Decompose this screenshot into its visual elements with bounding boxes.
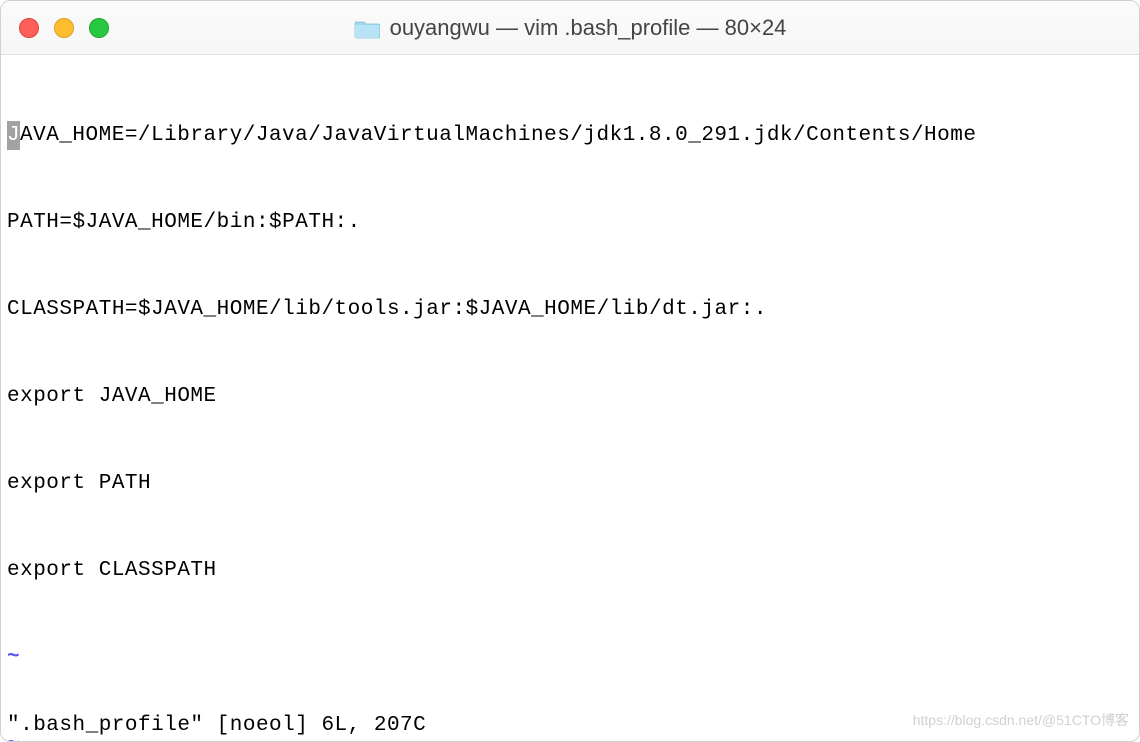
- file-line: PATH=$JAVA_HOME/bin:$PATH:.: [7, 208, 1133, 237]
- line-text: PATH=$JAVA_HOME/bin:$PATH:.: [7, 211, 361, 234]
- window-title: ouyangwu — vim .bash_profile — 80×24: [390, 15, 787, 41]
- line-text: export CLASSPATH: [7, 559, 217, 582]
- file-line: export JAVA_HOME: [7, 382, 1133, 411]
- status-text: ".bash_profile" [noeol] 6L, 207C: [7, 714, 426, 737]
- line-text: CLASSPATH=$JAVA_HOME/lib/tools.jar:$JAVA…: [7, 298, 767, 321]
- file-line: export PATH: [7, 469, 1133, 498]
- cursor: J: [7, 121, 20, 150]
- line-text: export PATH: [7, 472, 151, 495]
- close-icon[interactable]: [19, 18, 39, 38]
- window-title-container: ouyangwu — vim .bash_profile — 80×24: [1, 15, 1139, 41]
- file-line: CLASSPATH=$JAVA_HOME/lib/tools.jar:$JAVA…: [7, 295, 1133, 324]
- file-line: export CLASSPATH: [7, 556, 1133, 585]
- file-line: JAVA_HOME=/Library/Java/JavaVirtualMachi…: [7, 121, 1133, 150]
- watermark: https://blog.csdn.net/@51CTO博客: [913, 706, 1129, 735]
- tilde-icon: ~: [7, 646, 20, 669]
- traffic-lights: [19, 18, 109, 38]
- titlebar[interactable]: ouyangwu — vim .bash_profile — 80×24: [1, 1, 1139, 55]
- empty-line: ~: [7, 643, 1133, 672]
- terminal-window: ouyangwu — vim .bash_profile — 80×24 JAV…: [0, 0, 1140, 742]
- line-text: AVA_HOME=/Library/Java/JavaVirtualMachin…: [20, 124, 976, 147]
- terminal-content[interactable]: JAVA_HOME=/Library/Java/JavaVirtualMachi…: [1, 55, 1139, 741]
- line-text: export JAVA_HOME: [7, 385, 217, 408]
- minimize-icon[interactable]: [54, 18, 74, 38]
- folder-icon: [354, 17, 380, 39]
- maximize-icon[interactable]: [89, 18, 109, 38]
- vim-status-line: ".bash_profile" [noeol] 6L, 207C: [7, 711, 426, 741]
